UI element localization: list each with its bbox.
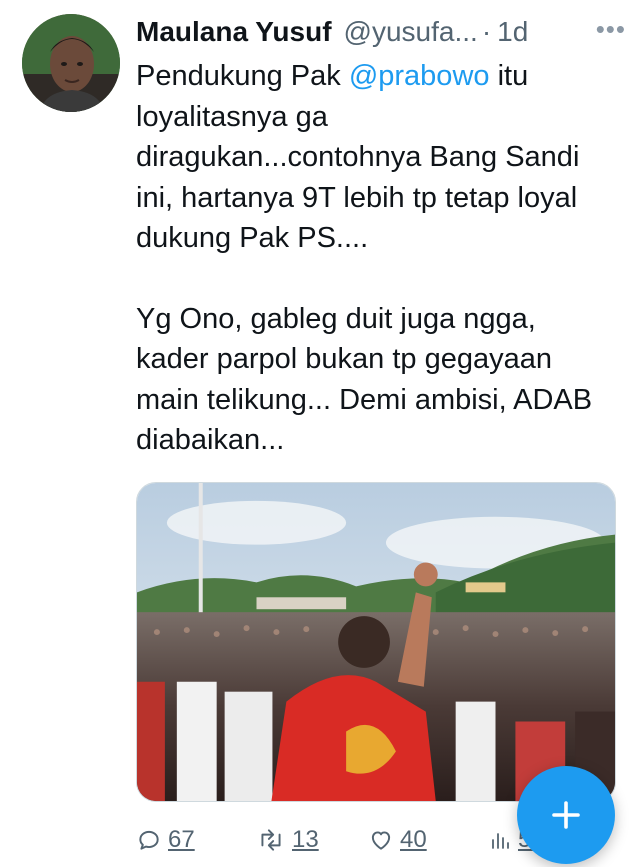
- tweet-paragraph-1: Pendukung Pak @prabowo itu loyalitasnya …: [136, 56, 616, 259]
- separator-dot: ·: [481, 16, 492, 47]
- retweet-count: 13: [292, 826, 319, 853]
- reply-button[interactable]: 67: [136, 826, 256, 854]
- reply-count: 67: [168, 826, 195, 853]
- tweet-header: Maulana Yusuf @yusufa... · 1d •••: [136, 14, 626, 50]
- mention-link[interactable]: @prabowo: [349, 60, 490, 92]
- speech-bubble-icon: [139, 830, 159, 850]
- avatar-photo: [22, 14, 120, 112]
- heart-icon: [371, 831, 391, 850]
- timestamp[interactable]: 1d: [497, 16, 528, 48]
- rally-photo: [137, 483, 615, 801]
- tweet-text: Pendukung Pak @prabowo itu loyalitasnya …: [136, 56, 616, 461]
- more-options-icon[interactable]: •••: [596, 16, 626, 48]
- retweet-button[interactable]: 13: [256, 826, 368, 854]
- tweet[interactable]: Maulana Yusuf @yusufa... · 1d ••• Penduk…: [0, 0, 640, 867]
- avatar[interactable]: [22, 14, 120, 112]
- user-handle[interactable]: @yusufa...: [344, 16, 478, 48]
- retweet-arrows-icon: [261, 829, 281, 851]
- bar-chart-icon: [492, 833, 509, 849]
- compose-tweet-button[interactable]: [517, 766, 615, 864]
- display-name[interactable]: Maulana Yusuf: [136, 16, 332, 48]
- text-pre-mention: Pendukung Pak: [136, 60, 349, 92]
- like-button[interactable]: 40: [368, 826, 488, 854]
- tweet-paragraph-2: Yg Ono, gableg duit juga ngga, kader par…: [136, 302, 593, 457]
- plus-icon: [552, 801, 580, 829]
- like-count: 40: [400, 826, 427, 853]
- tweet-media-photo[interactable]: [136, 482, 616, 802]
